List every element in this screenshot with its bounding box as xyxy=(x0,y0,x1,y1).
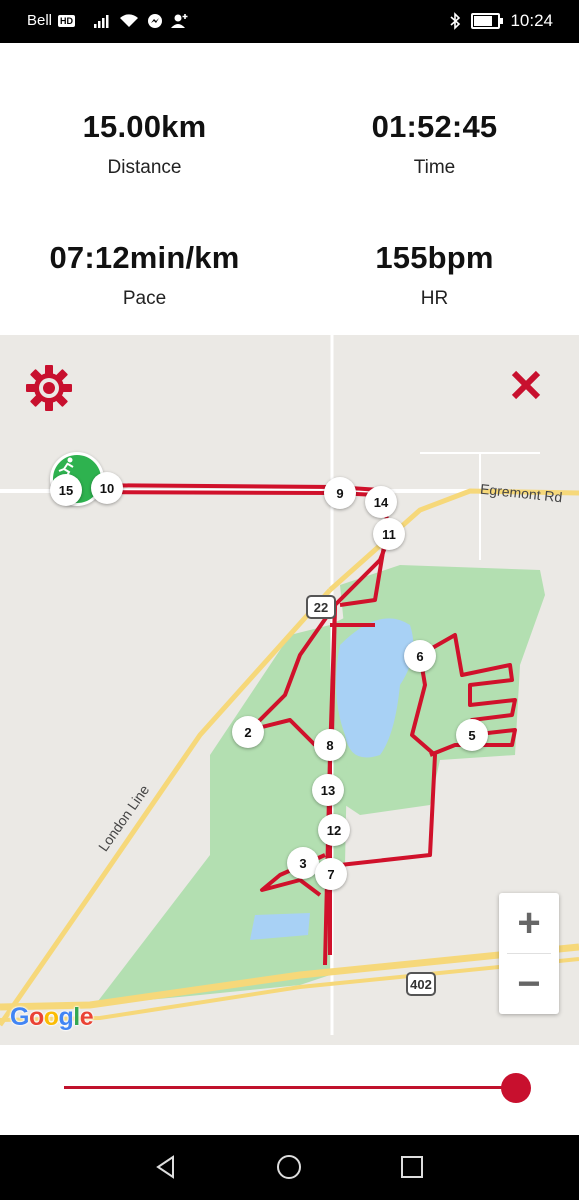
google-logo: Google xyxy=(10,1003,94,1031)
hd-badge: HD xyxy=(58,14,76,27)
navigation-bar xyxy=(0,1135,579,1200)
timeline-slider-thumb[interactable] xyxy=(501,1073,531,1103)
highway-402-shield: 402 xyxy=(406,972,436,996)
hr-value: 155bpm xyxy=(375,240,494,275)
zoom-controls: + − xyxy=(499,893,559,1014)
km-marker[interactable]: 2 xyxy=(232,716,264,748)
km-marker[interactable]: 6 xyxy=(404,640,436,672)
km-marker[interactable]: 10 xyxy=(91,472,123,504)
distance-stat: 15.00km Distance xyxy=(0,109,289,179)
timeline-slider-track[interactable] xyxy=(64,1086,516,1089)
wifi-icon xyxy=(120,13,139,27)
settings-gear-icon[interactable] xyxy=(24,363,76,415)
time-value: 01:52:45 xyxy=(371,109,498,144)
home-icon[interactable] xyxy=(273,1151,305,1183)
close-icon[interactable] xyxy=(510,369,548,407)
back-icon[interactable] xyxy=(150,1151,182,1183)
bluetooth-icon xyxy=(450,12,461,30)
zoom-in-button[interactable]: + xyxy=(499,893,559,953)
zoom-out-button[interactable]: − xyxy=(499,954,559,1014)
km-marker[interactable]: 14 xyxy=(365,486,397,518)
km-marker[interactable]: 5 xyxy=(456,719,488,751)
clock: 10:24 xyxy=(510,11,553,30)
km-marker[interactable]: 7 xyxy=(315,858,347,890)
person-add-icon xyxy=(171,13,188,28)
pace-label: Pace xyxy=(122,288,167,309)
status-right: 10:24 xyxy=(449,11,553,31)
battery-icon xyxy=(471,13,504,29)
status-bar: Bell HD 10:24 xyxy=(0,0,579,43)
km-marker[interactable]: 11 xyxy=(373,518,405,550)
timeline-slider-area xyxy=(0,1045,579,1135)
km-marker[interactable]: 13 xyxy=(312,774,344,806)
hr-stat: 155bpm HR xyxy=(290,240,579,310)
pace-value: 07:12min/km xyxy=(49,240,240,275)
hr-label: HR xyxy=(420,288,449,309)
time-label: Time xyxy=(413,157,456,178)
carrier-name: Bell xyxy=(27,12,53,29)
stats-panel: 15.00km Distance 01:52:45 Time 07:12min/… xyxy=(0,43,579,335)
pace-stat: 07:12min/km Pace xyxy=(0,240,289,310)
highway-22-shield: 22 xyxy=(306,595,336,619)
distance-label: Distance xyxy=(107,157,182,178)
route-map[interactable]: Egremont Rd London Line 22 402 15 10 9 1… xyxy=(0,335,579,1045)
distance-value: 15.00km xyxy=(82,109,207,144)
recents-icon[interactable] xyxy=(396,1151,428,1183)
km-marker[interactable]: 12 xyxy=(318,814,350,846)
messenger-icon xyxy=(148,13,163,28)
map-canvas xyxy=(0,335,579,1035)
km-marker[interactable]: 15 xyxy=(50,474,82,506)
signal-icon xyxy=(94,14,109,28)
time-stat: 01:52:45 Time xyxy=(290,109,579,179)
km-marker[interactable]: 9 xyxy=(324,477,356,509)
status-left: Bell HD xyxy=(27,12,189,29)
km-marker[interactable]: 8 xyxy=(314,729,346,761)
